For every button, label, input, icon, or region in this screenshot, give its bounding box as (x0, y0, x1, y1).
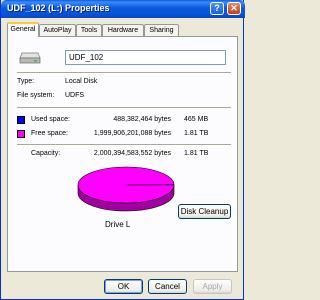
drive-icon (19, 52, 41, 64)
free-space-swatch (17, 130, 25, 138)
used-space-size: 465 MB (184, 116, 209, 123)
close-button[interactable]: ✕ (227, 2, 241, 15)
free-space-size: 1.81 TB (184, 130, 209, 137)
type-label: Type: (17, 78, 35, 85)
file-system-label: File system: (17, 92, 55, 99)
general-panel: UDF_102 Type: Local Disk File system: UD… (7, 36, 238, 272)
disk-cleanup-button[interactable]: Disk Cleanup (178, 204, 231, 219)
free-space-label: Free space: (31, 130, 68, 137)
separator (17, 144, 231, 146)
type-value: Local Disk (65, 78, 98, 85)
capacity-size: 1.81 TB (184, 150, 209, 157)
free-space-bytes: 1,999,906,201,088 bytes (93, 130, 171, 137)
tab-autoplay[interactable]: AutoPlay (39, 24, 76, 36)
tab-sharing[interactable]: Sharing (144, 24, 179, 36)
help-button[interactable]: ? (210, 2, 224, 15)
tab-general[interactable]: General (7, 22, 39, 37)
window-title: UDF_102 (L:) Properties (7, 3, 110, 13)
drive-name: Drive L (105, 220, 131, 229)
tab-hardware[interactable]: Hardware (102, 24, 144, 36)
separator (17, 107, 231, 109)
ok-button[interactable]: OK (104, 279, 143, 294)
properties-window: UDF_102 (L:) Properties ? ✕ General Auto… (0, 0, 245, 300)
capacity-label: Capacity: (31, 150, 61, 157)
capacity-bytes: 2,000,394,583,552 bytes (93, 150, 171, 157)
file-system-value: UDFS (65, 92, 85, 99)
used-space-swatch (17, 116, 25, 124)
apply-button[interactable]: Apply (193, 279, 232, 294)
used-space-bytes: 488,382,464 bytes (113, 116, 171, 123)
cancel-button[interactable]: Cancel (148, 279, 187, 294)
title-bar[interactable]: UDF_102 (L:) Properties ? ✕ (1, 0, 245, 18)
used-space-label: Used space: (31, 116, 70, 123)
tab-tools[interactable]: Tools (76, 24, 102, 36)
volume-label-input[interactable]: UDF_102 (65, 50, 226, 65)
disk-usage-pie (77, 166, 175, 212)
separator (17, 72, 231, 74)
